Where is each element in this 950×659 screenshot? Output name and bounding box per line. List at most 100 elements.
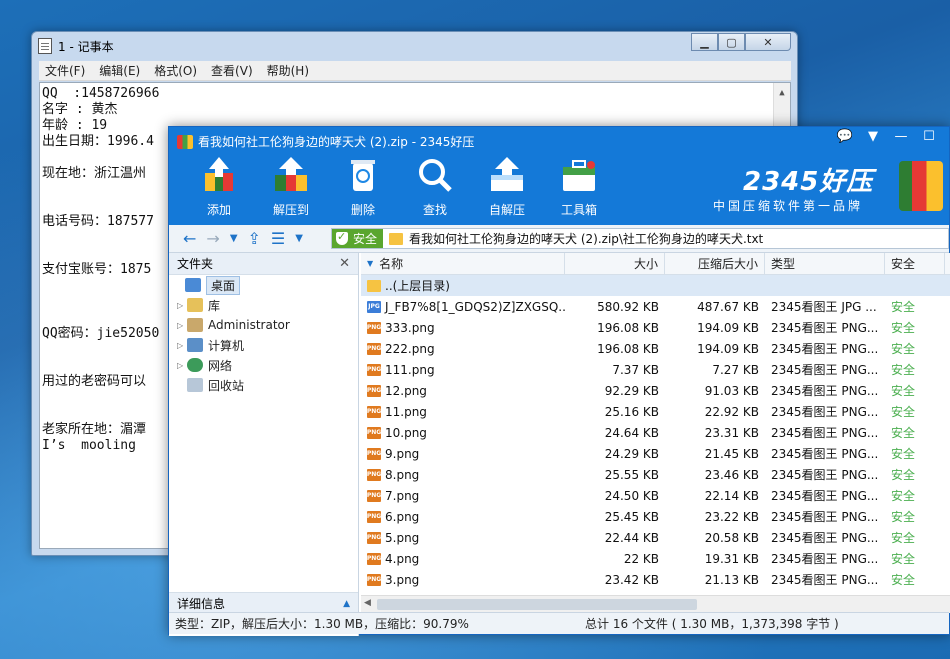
- file-list: ▼ 名称 大小 压缩后大小 类型 安全 ..(上层目录) JPG J_FB7%8[1…: [361, 253, 950, 613]
- back-arrow-icon[interactable]: ←: [183, 229, 196, 248]
- expand-arrow-icon[interactable]: ▷: [177, 361, 187, 370]
- menu-edit[interactable]: 编辑(E): [99, 62, 140, 79]
- search-icon: [415, 155, 455, 195]
- maximize-button[interactable]: ☐: [915, 129, 943, 144]
- chevron-up-icon[interactable]: ▲: [343, 599, 350, 609]
- safe-badge[interactable]: 安全: [332, 229, 384, 248]
- file-compressed-size: 487.67 KB: [697, 299, 759, 314]
- tree-item-recycle-bin[interactable]: 回收站: [169, 375, 358, 395]
- file-row[interactable]: PNG 111.png 7.37 KB 7.27 KB 2345看图王 PNG... 安全: [361, 359, 950, 380]
- file-name: 333.png: [385, 320, 435, 335]
- file-row[interactable]: PNG 8.png 25.55 KB 23.46 KB 2345看图王 PNG... 安全: [361, 464, 950, 485]
- view-dropdown-icon[interactable]: ▼: [295, 233, 303, 244]
- safe-label: 安全: [353, 232, 378, 246]
- file-row[interactable]: PNG 5.png 22.44 KB 20.58 KB 2345看图王 PNG... 安全: [361, 527, 950, 548]
- tool-add-label: 添加: [206, 203, 231, 217]
- path-field[interactable]: 安全 看我如何社工伦狗身边的哮天犬 (2).zip\社工伦狗身边的哮天犬.txt: [331, 228, 949, 249]
- close-panel-icon[interactable]: ✕: [339, 256, 350, 271]
- folder-tree-panel: 文件夹 ✕ 桌面 ▷ 库 ▷ Administrator ▷ 计算机 ▷ 网络: [169, 253, 359, 636]
- file-size: 24.29 KB: [604, 446, 659, 461]
- tool-add-button[interactable]: 添加: [183, 155, 255, 218]
- file-row[interactable]: PNG 6.png 25.45 KB 23.22 KB 2345看图王 PNG... 安全: [361, 506, 950, 527]
- tree-item-computer[interactable]: ▷ 计算机: [169, 335, 358, 355]
- file-name: 8.png: [385, 467, 420, 482]
- tree-item-library[interactable]: ▷ 库: [169, 295, 358, 315]
- tool-self-extract-button[interactable]: 自解压: [471, 155, 543, 218]
- png-file-icon: PNG: [367, 510, 381, 523]
- file-type: 2345看图王 PNG...: [771, 384, 879, 398]
- file-type: 2345看图王 PNG...: [771, 321, 879, 335]
- png-file-icon: PNG: [367, 468, 381, 481]
- file-safe-status: 安全: [891, 405, 916, 419]
- menu-view[interactable]: 查看(V): [211, 62, 253, 79]
- expand-arrow-icon[interactable]: ▷: [177, 341, 187, 350]
- menu-dropdown-icon[interactable]: ▼: [859, 129, 887, 144]
- file-name-cell: PNG 9.png: [361, 447, 565, 461]
- tool-extract-to-button[interactable]: 解压到: [255, 155, 327, 218]
- tree-item-network[interactable]: ▷ 网络: [169, 355, 358, 375]
- file-name: 9.png: [385, 446, 420, 461]
- close-button[interactable]: ✕: [745, 33, 791, 51]
- parent-directory-cell: ..(上层目录): [361, 277, 565, 294]
- tree-item-desktop[interactable]: 桌面: [169, 275, 358, 295]
- file-compressed-size: 21.13 KB: [704, 572, 759, 587]
- column-compressed[interactable]: 压缩后大小: [665, 253, 765, 274]
- file-row[interactable]: PNG 222.png 196.08 KB 194.09 KB 2345看图王 PNG.…: [361, 338, 950, 359]
- menu-format[interactable]: 格式(O): [154, 62, 197, 79]
- column-name[interactable]: ▼ 名称: [361, 253, 565, 274]
- scrollbar-thumb[interactable]: [377, 599, 697, 610]
- feedback-icon[interactable]: 💬: [831, 129, 859, 144]
- shield-icon: [336, 230, 348, 245]
- file-row[interactable]: PNG 10.png 24.64 KB 23.31 KB 2345看图王 PNG... 安…: [361, 422, 950, 443]
- file-safe-status: 安全: [891, 468, 916, 482]
- file-size: 580.92 KB: [597, 299, 659, 314]
- file-row[interactable]: PNG 7.png 24.50 KB 22.14 KB 2345看图王 PNG... 安全: [361, 485, 950, 506]
- file-safe-status: 安全: [891, 573, 916, 587]
- archiver-titlebar[interactable]: 看我如何社工伦狗身边的哮天犬 (2).zip - 2345好压: [177, 133, 474, 150]
- file-row[interactable]: PNG 4.png 22 KB 19.31 KB 2345看图王 PNG... 安全: [361, 548, 950, 569]
- expand-arrow-icon[interactable]: ▷: [177, 321, 187, 330]
- expand-arrow-icon[interactable]: ▷: [177, 301, 187, 310]
- file-size: 23.42 KB: [604, 572, 659, 587]
- png-file-icon: PNG: [367, 552, 381, 565]
- file-row[interactable]: PNG 9.png 24.29 KB 21.45 KB 2345看图王 PNG... 安全: [361, 443, 950, 464]
- file-name: 4.png: [385, 551, 420, 566]
- file-safe-status: 安全: [891, 489, 916, 503]
- tool-self-extract-label: 自解压: [488, 203, 525, 217]
- scroll-up-icon[interactable]: ▲: [774, 85, 790, 101]
- column-type[interactable]: 类型: [765, 253, 885, 274]
- horizontal-scrollbar[interactable]: ◀: [361, 595, 950, 613]
- column-size[interactable]: 大小: [565, 253, 665, 274]
- scroll-left-icon[interactable]: ◀: [364, 598, 371, 608]
- self-extract-icon: [487, 155, 527, 195]
- minimize-button[interactable]: ▁: [691, 33, 718, 51]
- minimize-button[interactable]: —: [887, 129, 915, 144]
- file-type: 2345看图王 PNG...: [771, 510, 879, 524]
- up-folder-icon[interactable]: ⇪: [248, 229, 261, 248]
- menu-help[interactable]: 帮助(H): [267, 62, 309, 79]
- recycle-bin-icon: [187, 378, 203, 392]
- parent-directory-label: ..(上层目录): [385, 279, 450, 293]
- maximize-button[interactable]: ▢: [718, 33, 745, 51]
- file-row[interactable]: JPG J_FB7%8[1_GDQS2)Z]ZXGSQ... 580.92 KB 48…: [361, 296, 950, 317]
- address-bar: ← → ▼ ⇪ ☰ ▼ 安全 看我如何社工伦狗身边的哮天犬 (2).zip\社工…: [169, 225, 949, 253]
- menu-file[interactable]: 文件(F): [45, 62, 85, 79]
- png-file-icon: PNG: [367, 321, 381, 334]
- view-list-icon[interactable]: ☰: [271, 229, 285, 248]
- tool-search-button[interactable]: 查找: [399, 155, 471, 218]
- file-row[interactable]: PNG 3.png 23.42 KB 21.13 KB 2345看图王 PNG... 安全: [361, 569, 950, 590]
- forward-arrow-icon[interactable]: →: [206, 229, 219, 248]
- file-list-header: ▼ 名称 大小 压缩后大小 类型 安全: [361, 253, 950, 275]
- folder-icon: [367, 279, 381, 292]
- file-row[interactable]: PNG 12.png 92.29 KB 91.03 KB 2345看图王 PNG... 安…: [361, 380, 950, 401]
- file-row[interactable]: PNG 333.png 196.08 KB 194.09 KB 2345看图王 PNG.…: [361, 317, 950, 338]
- details-panel-toggle[interactable]: 详细信息 ▲: [169, 592, 358, 614]
- tree-item-administrator[interactable]: ▷ Administrator: [169, 315, 358, 335]
- column-safe[interactable]: 安全: [885, 253, 945, 274]
- tool-toolbox-button[interactable]: 工具箱: [543, 155, 615, 218]
- history-dropdown-icon[interactable]: ▼: [230, 233, 238, 244]
- notepad-titlebar[interactable]: 1 - 记事本: [32, 32, 797, 60]
- file-row[interactable]: PNG 11.png 25.16 KB 22.92 KB 2345看图王 PNG... 安…: [361, 401, 950, 422]
- tool-delete-button[interactable]: 删除: [327, 155, 399, 218]
- parent-directory-row[interactable]: ..(上层目录): [361, 275, 950, 296]
